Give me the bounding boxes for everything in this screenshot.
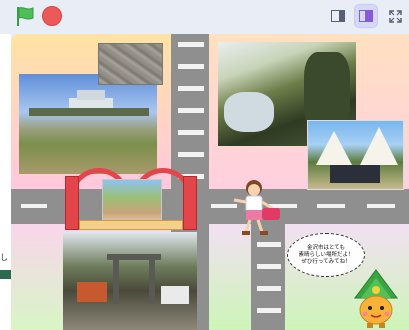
crosswalk-stripe <box>257 242 281 247</box>
green-flag-icon[interactable] <box>14 5 36 27</box>
castle-photo[interactable] <box>19 74 157 174</box>
road-vertical-lower <box>251 224 285 330</box>
girl-sprite[interactable] <box>232 178 284 238</box>
edge-strip <box>0 270 11 279</box>
snow-tree <box>360 127 398 165</box>
fullscreen-icon <box>388 9 402 23</box>
crosswalk-stripe <box>178 86 204 91</box>
pond <box>224 92 274 132</box>
stone-wall-photo[interactable] <box>98 43 163 85</box>
bridge-post-right <box>183 176 197 230</box>
edge-text: し <box>0 253 8 262</box>
crosswalk-stripe <box>178 64 204 69</box>
bridge-post-left <box>65 176 79 230</box>
crosswalk-stripe <box>257 308 281 313</box>
scratch-player: し 金沢市はとても 素晴らしい場所だよ！ ぜひ行ってみてね！ <box>0 0 409 330</box>
crosswalk-stripe <box>178 130 204 135</box>
bridge-deck <box>79 220 183 230</box>
people-group <box>330 165 380 183</box>
red-sign <box>77 282 107 302</box>
tree-line <box>29 108 149 116</box>
bubble-line-3: ぜひ行ってみてね！ <box>301 258 351 265</box>
white-sign <box>161 286 189 304</box>
fullscreen-button[interactable] <box>384 4 406 28</box>
small-stage-button[interactable] <box>326 4 350 28</box>
group-photo[interactable] <box>307 120 404 190</box>
crosswalk-stripe <box>257 286 281 291</box>
crosswalk-stripe <box>178 152 204 157</box>
bridge-path-photo <box>102 179 162 225</box>
snow-tree <box>316 131 352 165</box>
large-stage-button[interactable] <box>354 4 378 28</box>
lane-stripe <box>21 204 47 208</box>
lane-stripe <box>317 204 345 208</box>
gate-pillar <box>113 260 119 304</box>
bubble-line-2: 素晴らしい場所だよ！ <box>298 251 354 258</box>
stop-icon[interactable] <box>42 6 62 26</box>
crosswalk-stripe <box>178 42 204 47</box>
gate-pillar <box>149 260 155 304</box>
mascot-sprite[interactable] <box>351 268 401 330</box>
left-panel-remnant: し <box>0 34 11 330</box>
stage-toolbar <box>0 0 409 32</box>
crosswalk-stripe <box>178 108 204 113</box>
shrine-photo[interactable] <box>63 232 197 330</box>
castle-turret <box>77 90 105 100</box>
red-bridge[interactable] <box>65 168 197 230</box>
stage[interactable]: 金沢市はとても 素晴らしい場所だよ！ ぜひ行ってみてね！ <box>11 34 409 330</box>
crosswalk-stripe <box>257 264 281 269</box>
small-stage-icon <box>331 10 345 22</box>
lane-stripe <box>367 204 395 208</box>
bubble-line-1: 金沢市はとても <box>306 244 346 251</box>
large-stage-icon <box>359 10 373 22</box>
